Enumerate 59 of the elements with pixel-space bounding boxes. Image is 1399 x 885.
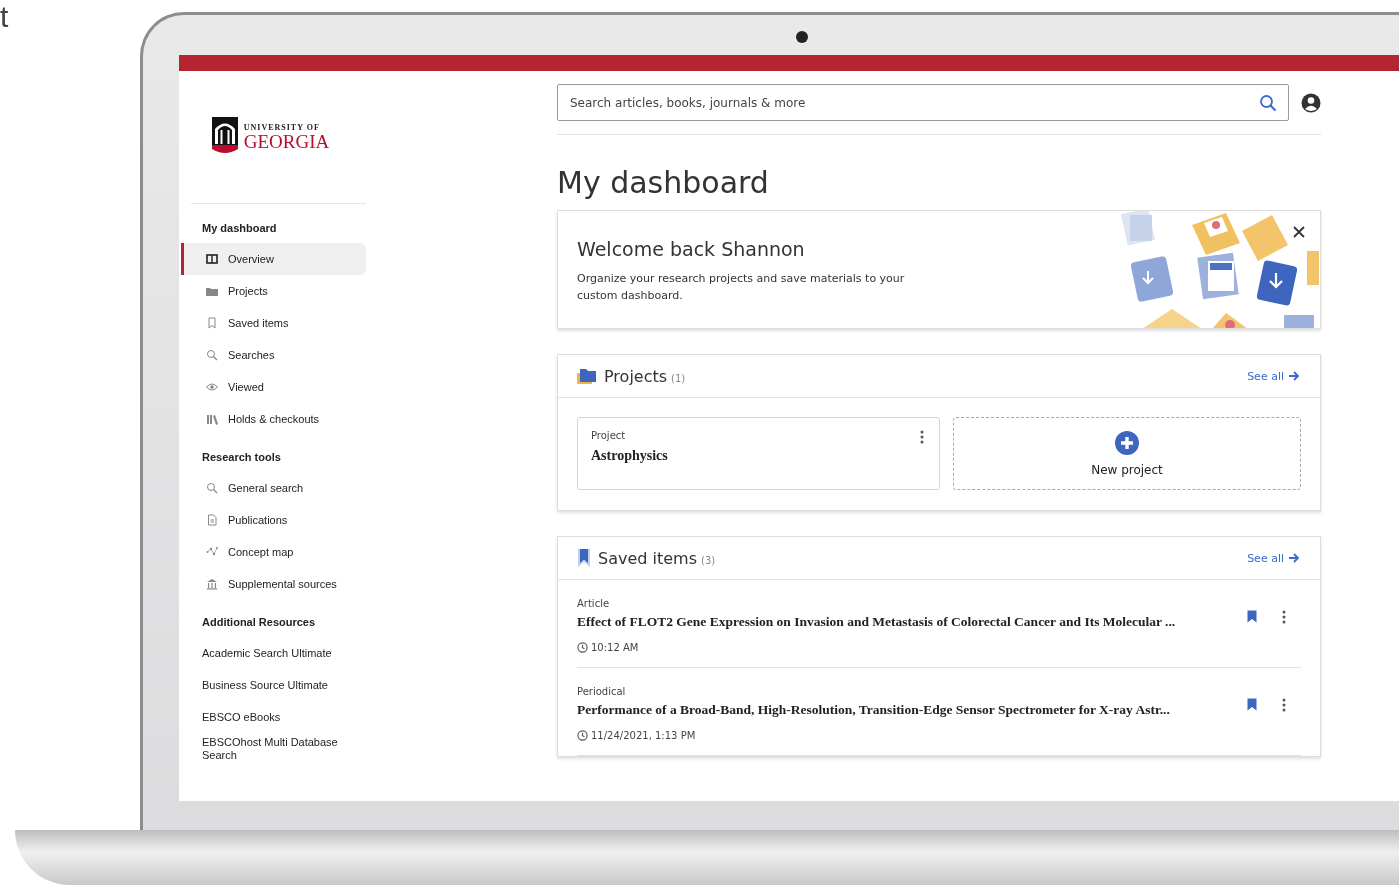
welcome-text: Organize your research projects and save materials to your custom dashboard. (577, 271, 906, 304)
clock-icon (577, 642, 588, 653)
network-icon (206, 546, 218, 558)
books-icon (206, 413, 218, 425)
sidebar-item[interactable]: Academic Search Ultimate (181, 637, 366, 669)
sidebar-item[interactable]: Publications (181, 504, 366, 536)
project-card[interactable]: Project Astrophysics (577, 417, 940, 490)
item-title-link[interactable]: Performance of a Broad-Band, High-Resolution, Transition-Edge Sensor Spectrometer for X-ray Astr... (577, 702, 1223, 718)
sidebar-item[interactable]: Business Source Ultimate (181, 669, 366, 701)
section-heading: My dashboard (201, 222, 278, 236)
search-icon (206, 482, 218, 494)
search-field[interactable]: Search articles, books, journals & more (557, 84, 1289, 121)
section-heading: Research tools (201, 451, 282, 465)
item-count: (3) (701, 554, 716, 566)
sidebar-item[interactable]: Supplemental sources (181, 568, 366, 600)
arrow-right-icon (1288, 370, 1300, 382)
plus-icon (1115, 430, 1139, 455)
sidebar-item[interactable]: Viewed (181, 371, 366, 403)
folder-icon (577, 368, 597, 384)
sidebar-item[interactable]: Searches (181, 339, 366, 371)
item-type: Periodical (577, 686, 627, 697)
sidebar-item[interactable]: Projects (181, 275, 366, 307)
see-all-link[interactable]: See all (1247, 369, 1300, 383)
sidebar-item[interactable]: Holds & checkouts (181, 403, 366, 435)
page-title: My dashboard (557, 165, 770, 200)
see-all-link[interactable]: See all (1247, 551, 1300, 565)
arch-logo-icon (211, 117, 238, 155)
search-icon (206, 349, 218, 361)
document-icon (206, 514, 218, 526)
logo-text: UNIVERSITY OF (243, 123, 321, 132)
clock-icon (577, 730, 588, 741)
sidebar-item[interactable]: General search (181, 472, 366, 504)
layout-icon (206, 253, 218, 265)
project-name: Astrophysics (591, 448, 669, 464)
item-type: Article (577, 598, 611, 609)
section-heading: Additional Resources (201, 616, 317, 630)
sidebar-item[interactable]: EBSCOhost Multi Database Search (181, 733, 366, 765)
item-title-link[interactable]: Effect of FLOT2 Gene Expression on Invasion and Metastasis of Colorectal Cancer and Its Molecular ... (577, 614, 1223, 630)
sidebar-item[interactable]: Overview (181, 243, 366, 275)
folder-icon (206, 285, 218, 297)
user-avatar-icon (1301, 92, 1321, 113)
camera-dot (796, 31, 808, 43)
arrow-right-icon (1288, 552, 1300, 564)
search-icon (1259, 94, 1277, 112)
building-icon (206, 578, 218, 590)
section-title: Projects (1) (604, 366, 687, 386)
welcome-title: Welcome back Shannon (577, 238, 806, 260)
sidebar-item[interactable]: Concept map (181, 536, 366, 568)
cut-off-text: t (0, 0, 10, 34)
eye-icon (206, 381, 218, 393)
sidebar-item[interactable]: EBSCO eBooks (181, 701, 366, 733)
item-count: (1) (671, 372, 686, 384)
item-time: 10:12 AM (591, 642, 639, 653)
new-project-button[interactable]: New project (953, 417, 1301, 490)
sidebar-item[interactable]: Saved items (181, 307, 366, 339)
project-label: Project (591, 430, 627, 441)
logo-text: GEORGIA (243, 132, 330, 151)
item-time: 11/24/2021, 1:13 PM (591, 730, 696, 741)
section-title: Saved items (3) (598, 548, 717, 568)
